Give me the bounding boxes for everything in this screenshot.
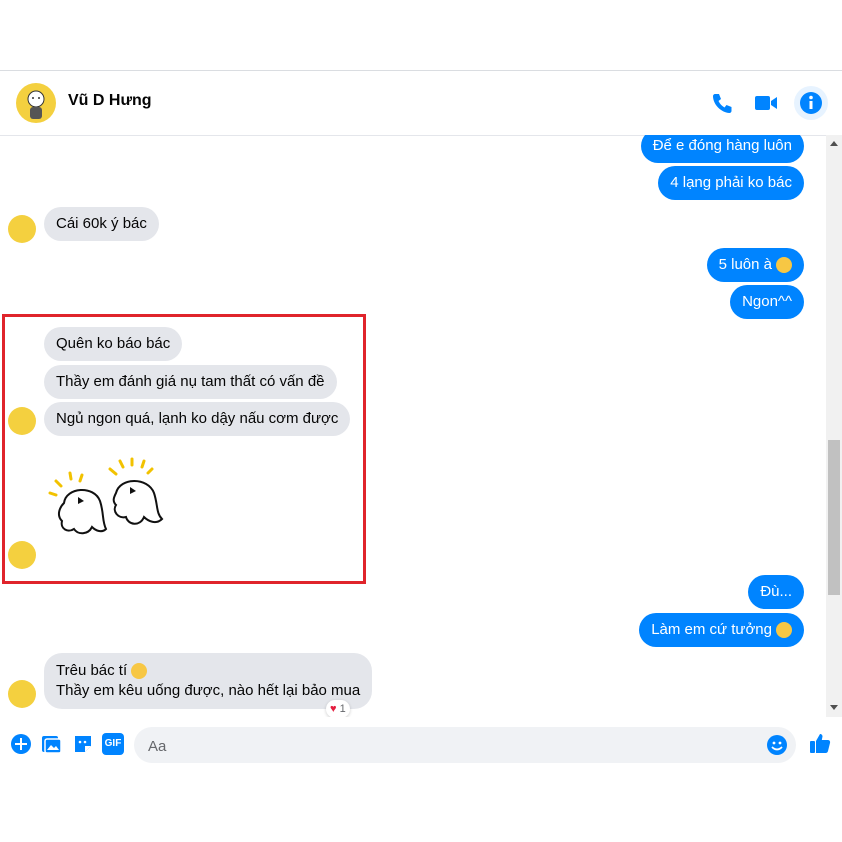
scroll-up-arrow[interactable] bbox=[830, 141, 838, 146]
message-outgoing[interactable]: 4 lạng phải ko bác bbox=[658, 166, 804, 200]
message-text: Thầy em kêu uống được, nào hết lại bảo m… bbox=[56, 682, 361, 699]
message-incoming[interactable]: Trêu bác tí Thầy em kêu uống được, nào h… bbox=[44, 653, 373, 709]
image-icon[interactable] bbox=[40, 733, 62, 755]
highlight-box bbox=[2, 314, 366, 584]
message-outgoing[interactable]: 5 luôn à bbox=[706, 248, 804, 282]
sticker-icon[interactable] bbox=[72, 733, 94, 755]
scroll-thumb[interactable] bbox=[828, 440, 840, 595]
like-icon[interactable] bbox=[808, 731, 832, 755]
composer: GIF bbox=[0, 717, 842, 773]
emoji-icon bbox=[776, 257, 792, 274]
sender-avatar bbox=[8, 215, 36, 243]
reaction-count: 1 bbox=[339, 703, 346, 715]
contact-name[interactable]: Vũ D Hưng bbox=[68, 92, 152, 110]
info-button[interactable] bbox=[794, 86, 828, 120]
gif-icon[interactable]: GIF bbox=[102, 733, 124, 755]
scrollbar[interactable] bbox=[826, 135, 842, 717]
emoji-icon bbox=[131, 663, 148, 680]
message-input-box[interactable] bbox=[134, 727, 796, 765]
scroll-down-arrow[interactable] bbox=[830, 705, 838, 710]
emoji-icon bbox=[776, 622, 792, 639]
plus-icon[interactable] bbox=[10, 733, 32, 755]
message-text: Trêu bác tí bbox=[56, 662, 128, 679]
message-text: Làm em cứ tưởng bbox=[651, 621, 772, 638]
phone-icon[interactable] bbox=[708, 89, 736, 117]
message-input[interactable] bbox=[146, 727, 750, 765]
conversation-header: Vũ D Hưng bbox=[0, 71, 842, 136]
emoji-icon[interactable] bbox=[766, 734, 788, 756]
message-incoming[interactable]: Cái 60k ý bác bbox=[44, 207, 159, 241]
reaction-badge[interactable]: ♥ 1 bbox=[326, 700, 350, 717]
info-icon bbox=[800, 92, 822, 114]
message-text: 5 luôn à bbox=[718, 256, 772, 273]
message-outgoing[interactable]: Đù... bbox=[748, 575, 804, 609]
message-outgoing[interactable]: Ngon^^ bbox=[730, 285, 804, 319]
heart-icon: ♥ bbox=[330, 703, 337, 715]
sender-avatar bbox=[8, 680, 36, 708]
message-outgoing[interactable]: Làm em cứ tưởng bbox=[639, 613, 804, 647]
message-outgoing[interactable]: Để e đóng hàng luôn bbox=[640, 135, 804, 163]
video-camera-icon[interactable] bbox=[752, 89, 780, 117]
contact-avatar[interactable] bbox=[16, 83, 56, 123]
